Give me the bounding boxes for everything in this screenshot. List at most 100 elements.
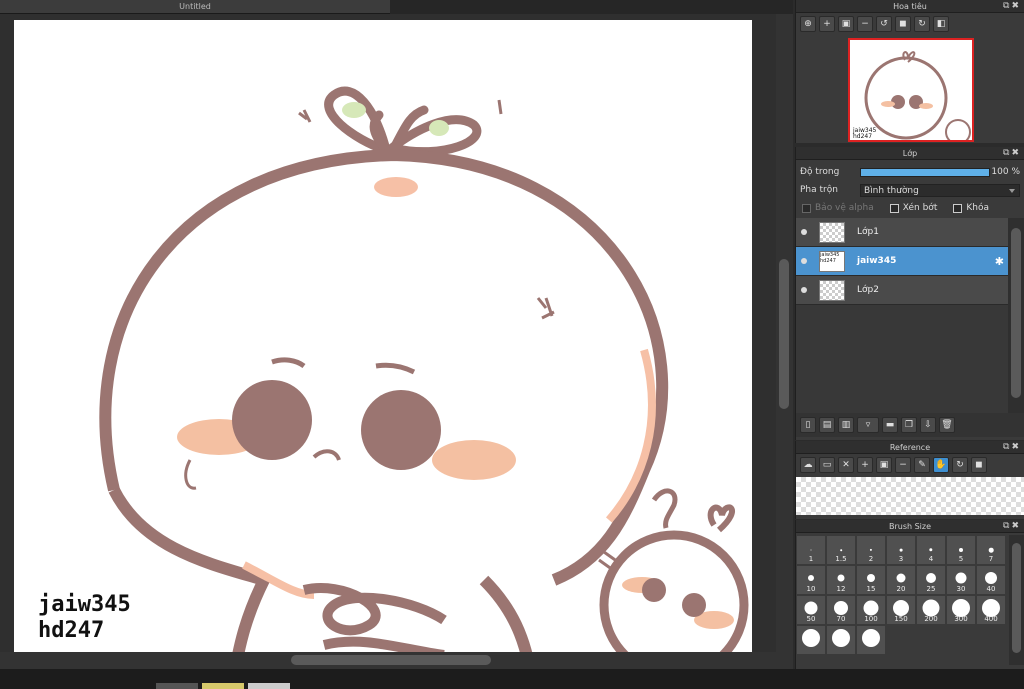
brush-size-cell[interactable]: 2 xyxy=(856,535,886,565)
leaf-right xyxy=(429,120,449,136)
merge-down-icon[interactable]: ⇩ xyxy=(920,417,936,433)
zoom-in-icon[interactable]: + xyxy=(857,457,873,473)
reference-canvas[interactable] xyxy=(796,477,1024,515)
brush-dot-icon xyxy=(808,575,814,581)
brush-size-cell[interactable]: 40 xyxy=(976,565,1006,595)
gear-icon[interactable]: ✱ xyxy=(995,255,1004,268)
flip-icon[interactable]: ◧ xyxy=(933,16,949,32)
panel-buttons[interactable]: ⧉✖ xyxy=(1003,441,1021,454)
zoom-in-icon[interactable]: + xyxy=(819,16,835,32)
hand-icon[interactable]: ✋ xyxy=(933,457,949,473)
brush-size-cell[interactable]: 20 xyxy=(886,565,916,595)
brush-size-cell[interactable]: 150 xyxy=(886,595,916,625)
canvas-vertical-scrollbar[interactable] xyxy=(776,14,793,664)
panel-buttons[interactable]: ⧉✖ xyxy=(1003,520,1021,533)
taskbar-item[interactable] xyxy=(156,683,198,689)
clipping-checkbox[interactable]: Xén bớt xyxy=(889,203,937,213)
taskbar-item[interactable] xyxy=(202,683,244,689)
panel-buttons[interactable]: ⧉✖ xyxy=(1003,147,1021,160)
visibility-icon[interactable] xyxy=(801,229,807,235)
right-eye xyxy=(361,390,441,470)
brush-size-label: 100 xyxy=(864,615,878,623)
svg-text:hd247: hd247 xyxy=(853,133,872,140)
new-halftone-layer-icon[interactable]: ▤ xyxy=(819,417,835,433)
opacity-value: 100 % xyxy=(991,167,1020,177)
brush-size-cell[interactable]: 10 xyxy=(796,565,826,595)
panel-buttons[interactable]: ⧉✖ xyxy=(1003,0,1021,13)
rotate-left-icon[interactable]: ↺ xyxy=(876,16,892,32)
brush-size-cell[interactable]: 100 xyxy=(856,595,886,625)
brush-size-cell[interactable]: 7 xyxy=(976,535,1006,565)
brush-size-cell[interactable]: 3 xyxy=(886,535,916,565)
duplicate-layer-icon[interactable]: ❐ xyxy=(901,417,917,433)
reset-view-icon[interactable]: ◼ xyxy=(895,16,911,32)
blend-label: Pha trộn xyxy=(800,185,838,195)
zoom-out-icon[interactable]: − xyxy=(895,457,911,473)
brush-size-cell[interactable] xyxy=(826,625,856,655)
brush-size-cell[interactable] xyxy=(796,625,826,655)
visibility-icon[interactable] xyxy=(801,258,807,264)
brush-size-cell[interactable]: 15 xyxy=(856,565,886,595)
brush-size-cell[interactable]: 50 xyxy=(796,595,826,625)
vertical-scroll-thumb[interactable] xyxy=(779,259,789,409)
document-tab[interactable]: Untitled xyxy=(0,0,390,14)
layer-row-active[interactable]: jaiw345 hd247 jaiw345 ✱ xyxy=(796,247,1008,276)
rotate-icon[interactable]: ↻ xyxy=(952,457,968,473)
brush-dot-icon xyxy=(834,601,848,615)
horizontal-scroll-thumb[interactable] xyxy=(291,655,491,665)
folder-icon[interactable]: ▬ xyxy=(882,417,898,433)
document-window: Untitled jaiw345 hd247 xyxy=(0,0,793,689)
brush-size-label: 200 xyxy=(924,615,938,623)
brush-size-cell[interactable]: 12 xyxy=(826,565,856,595)
zoom-fit-icon[interactable]: ⊕ xyxy=(800,16,816,32)
layer-scroll-thumb[interactable] xyxy=(1011,228,1021,398)
brush-size-label: 4 xyxy=(928,555,934,563)
zoom-out-icon[interactable]: − xyxy=(857,16,873,32)
brush-size-cell[interactable]: 200 xyxy=(916,595,946,625)
fit-window-icon[interactable]: ▣ xyxy=(876,457,892,473)
opacity-fill xyxy=(861,168,989,176)
sprout xyxy=(324,86,482,157)
canvas-horizontal-scrollbar[interactable] xyxy=(0,652,793,669)
rotate-right-icon[interactable]: ↻ xyxy=(914,16,930,32)
visibility-icon[interactable] xyxy=(801,287,807,293)
brush-size-cell[interactable]: 300 xyxy=(946,595,976,625)
opacity-slider[interactable] xyxy=(860,167,990,177)
new-1bit-layer-icon[interactable]: ▥ xyxy=(838,417,854,433)
fit-icon[interactable]: ◼ xyxy=(971,457,987,473)
opacity-label: Độ trong xyxy=(800,167,840,177)
eyedropper-icon[interactable]: ✎ xyxy=(914,457,930,473)
brush-size-label: 150 xyxy=(894,615,908,623)
layer-row[interactable]: Lớp2 xyxy=(796,276,1008,305)
layer-row[interactable]: Lớp1 xyxy=(796,218,1008,247)
brush-size-cell[interactable]: 5 xyxy=(946,535,976,565)
brush-scroll-thumb[interactable] xyxy=(1012,543,1021,653)
brush-dot-icon xyxy=(955,572,967,584)
brush-size-cell[interactable]: 70 xyxy=(826,595,856,625)
brush-size-scrollbar[interactable] xyxy=(1009,535,1024,665)
open-folder-icon[interactable]: ▭ xyxy=(819,457,835,473)
brush-size-cell[interactable]: 30 xyxy=(946,565,976,595)
delete-layer-icon[interactable]: 🗑 xyxy=(939,417,955,433)
new-layer-icon[interactable]: ▯ xyxy=(800,417,816,433)
brush-dot-icon xyxy=(899,548,903,552)
layer-scrollbar[interactable] xyxy=(1008,218,1024,414)
layer-header: Lớp ⧉✖ xyxy=(796,147,1024,160)
brush-size-cell[interactable]: 400 xyxy=(976,595,1006,625)
brush-size-cell[interactable] xyxy=(856,625,886,655)
lock-checkbox[interactable]: Khóa xyxy=(953,203,989,213)
taskbar xyxy=(0,669,1024,689)
cloud-upload-icon[interactable]: ☁ xyxy=(800,457,816,473)
navigator-thumbnail[interactable]: jaiw345 hd247 xyxy=(848,38,974,142)
brush-size-cell[interactable]: 1 xyxy=(796,535,826,565)
add-layer-menu-icon[interactable]: ▿ xyxy=(857,417,879,433)
taskbar-item[interactable] xyxy=(248,683,290,689)
drawing-canvas[interactable]: jaiw345 hd247 xyxy=(14,20,752,665)
protect-alpha-checkbox[interactable]: Bảo vệ alpha xyxy=(802,203,874,213)
brush-size-cell[interactable]: 25 xyxy=(916,565,946,595)
brush-size-cell[interactable]: 1.5 xyxy=(826,535,856,565)
fit-window-icon[interactable]: ▣ xyxy=(838,16,854,32)
blend-mode-select[interactable]: Bình thường xyxy=(860,183,1020,197)
brush-size-cell[interactable]: 4 xyxy=(916,535,946,565)
close-icon[interactable]: ✕ xyxy=(838,457,854,473)
